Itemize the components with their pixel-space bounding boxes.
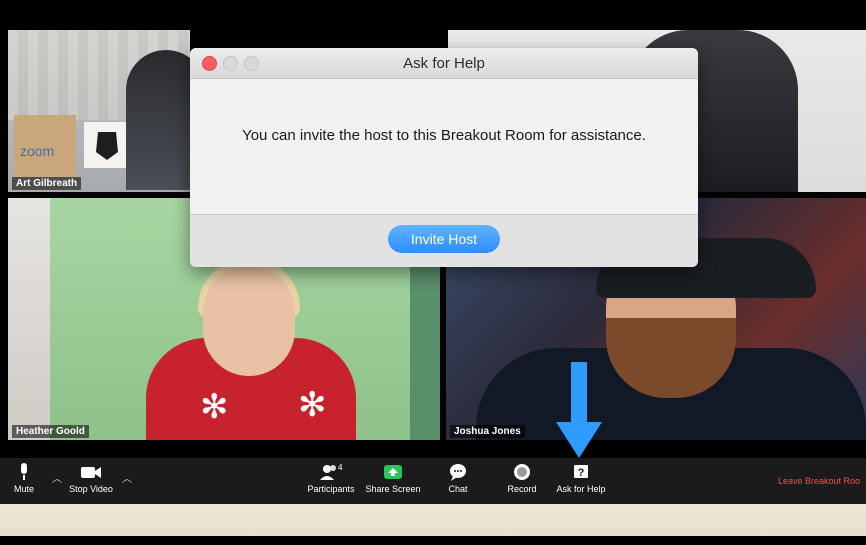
participant-name: Art Gilbreath: [12, 177, 82, 190]
question-icon: ?: [574, 465, 588, 479]
record-label: Record: [507, 484, 537, 494]
mute-button[interactable]: Mute: [10, 462, 38, 494]
zoom-box: zoom: [14, 115, 76, 177]
bottom-background: [0, 504, 866, 536]
mute-label: Mute: [13, 484, 34, 494]
chat-icon: [450, 464, 466, 481]
camera-icon: [81, 467, 101, 478]
chat-button[interactable]: Chat: [444, 462, 472, 494]
leave-breakout-room-button[interactable]: Leave Breakout Roo: [778, 476, 860, 486]
participant-name: Joshua Jones: [450, 425, 525, 438]
people-icon: 4: [305, 462, 357, 482]
ask-for-help-button[interactable]: ? Ask for Help: [553, 462, 609, 494]
down-arrow-icon: [556, 362, 602, 458]
ask-for-help-dialog: Ask for Help You can invite the host to …: [190, 48, 698, 267]
record-button[interactable]: Record: [505, 462, 539, 494]
chevron-up-icon[interactable]: ︿: [122, 470, 132, 485]
dialog-footer: Invite Host: [190, 214, 698, 267]
meeting-toolbar: Mute ︿ Stop Video ︿ 4 Participants Share…: [0, 458, 866, 504]
participants-label: Participants: [307, 484, 355, 494]
snowflake-icon: ✻: [200, 388, 229, 426]
ask-for-help-label: Ask for Help: [556, 484, 606, 494]
zoom-meeting-window: zoom Art Gilbreath ✻ ✻ Heather Goold Jos…: [0, 0, 866, 545]
snowflake-icon: ✻: [298, 386, 327, 424]
zoom-box-text: zoom: [20, 143, 55, 159]
spartan-sign: [84, 122, 130, 168]
dialog-titlebar: Ask for Help: [190, 48, 698, 79]
stop-video-button[interactable]: Stop Video: [64, 462, 118, 494]
share-screen-label: Share Screen: [365, 484, 421, 494]
participant-face: [203, 266, 295, 376]
background-shelf: [8, 198, 50, 440]
bottom-border: [0, 536, 866, 545]
participant-name: Heather Goold: [12, 425, 89, 438]
dialog-message: You can invite the host to this Breakout…: [242, 127, 646, 144]
share-screen-button[interactable]: Share Screen: [364, 462, 422, 494]
record-icon: [514, 464, 530, 480]
participants-button[interactable]: 4 Participants: [305, 462, 357, 494]
chat-label: Chat: [448, 484, 468, 494]
dialog-title: Ask for Help: [403, 55, 485, 72]
participants-count: 4: [338, 463, 343, 472]
microphone-icon: [21, 463, 27, 480]
share-screen-icon: [384, 465, 402, 479]
video-tile-art-gilbreath[interactable]: zoom Art Gilbreath: [8, 30, 190, 192]
invite-host-button[interactable]: Invite Host: [388, 225, 500, 253]
svg-text:?: ?: [578, 467, 585, 479]
participant-video: [126, 50, 190, 190]
chevron-up-icon[interactable]: ︿: [52, 470, 62, 485]
stop-video-label: Stop Video: [69, 484, 113, 494]
